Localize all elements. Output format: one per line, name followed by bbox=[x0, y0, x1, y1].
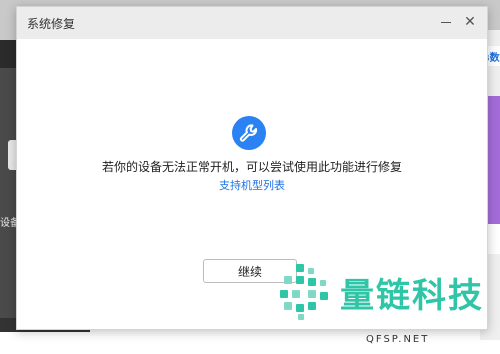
background-banner bbox=[486, 96, 500, 224]
close-button[interactable]: ✕ bbox=[461, 13, 479, 31]
watermark-logo-icon bbox=[278, 262, 334, 326]
dialog-titlebar: 系统修复 ✕ bbox=[17, 7, 487, 39]
watermark-text: 量链科技 bbox=[340, 276, 484, 316]
close-icon: ✕ bbox=[464, 14, 476, 30]
background-card bbox=[486, 224, 500, 254]
wrench-icon bbox=[232, 116, 266, 150]
dialog-title: 系统修复 bbox=[27, 17, 76, 31]
repair-message: 若你的设备无法正常开机，可以尝试使用此功能进行修复 bbox=[101, 160, 402, 174]
supported-models-link[interactable]: 支持机型列表 bbox=[17, 177, 487, 193]
minimize-button[interactable] bbox=[437, 13, 455, 31]
watermark-subtext: QFSP.NET bbox=[366, 334, 430, 345]
